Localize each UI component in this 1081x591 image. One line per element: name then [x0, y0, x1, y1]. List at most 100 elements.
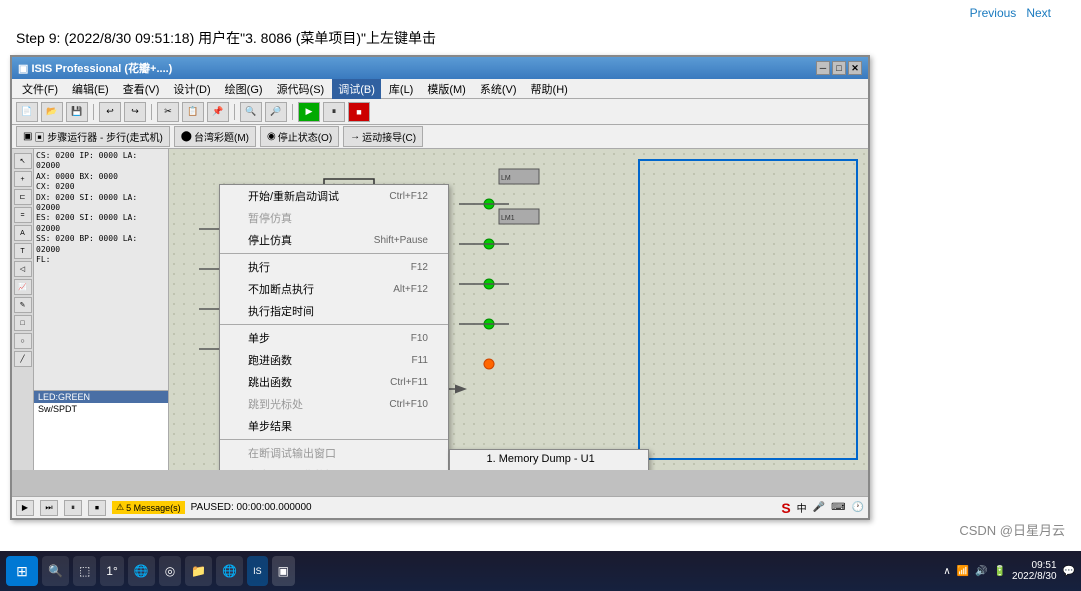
- ctx-step-out-label: 跳出函数: [248, 374, 292, 390]
- ctx-jump-cursor[interactable]: 跳到光标处 Ctrl+F10: [220, 393, 448, 415]
- tool-graph[interactable]: 📈: [14, 279, 32, 295]
- tool-text[interactable]: ✎: [14, 297, 32, 313]
- tool-bus[interactable]: =: [14, 207, 32, 223]
- status-play-btn[interactable]: ▶: [16, 500, 34, 516]
- ctx-start-debug-shortcut: Ctrl+F12: [389, 191, 428, 202]
- toolbar-stop[interactable]: ■: [348, 102, 370, 122]
- status-step-btn[interactable]: ⏭: [40, 500, 58, 516]
- taskbar-chevron[interactable]: ∧: [943, 566, 950, 577]
- status-pause-btn[interactable]: ⏸: [64, 500, 82, 516]
- stop-state-btn[interactable]: ◉ 停止状态(O): [260, 126, 339, 147]
- taskbar-browser[interactable]: 🌐: [216, 556, 243, 586]
- toolbar-paste[interactable]: 📌: [207, 102, 229, 122]
- taskbar-search[interactable]: 🔍: [42, 556, 69, 586]
- taskbar-camera[interactable]: ◎: [159, 556, 181, 586]
- taskbar-battery: 🔋: [994, 566, 1006, 577]
- toolbar-pause[interactable]: ⏸: [323, 102, 345, 122]
- ctx-start-debug-label: 开始/重新启动调试: [248, 188, 339, 204]
- ctx-execute-shortcut: F12: [411, 262, 428, 273]
- taiwan-btn[interactable]: ⬤ 台湾彩题(M): [174, 126, 256, 147]
- ctx-debug-output[interactable]: 在断调试输出窗口: [220, 442, 448, 464]
- taskbar-app[interactable]: ▣: [272, 556, 295, 586]
- taskbar-folder[interactable]: 📁: [185, 556, 212, 586]
- sub-memory-dump[interactable]: 1. Memory Dump - U1: [450, 450, 648, 468]
- motion-btn[interactable]: → 运动接导(C): [343, 126, 423, 147]
- minimize-button[interactable]: ─: [816, 61, 830, 75]
- status-stop-btn[interactable]: ⏹: [88, 500, 106, 516]
- menu-help[interactable]: 帮助(H): [525, 79, 574, 99]
- taskbar-temp[interactable]: 1°: [100, 556, 123, 586]
- toolbar-redo[interactable]: ↪: [124, 102, 146, 122]
- tool-circle[interactable]: ○: [14, 333, 32, 349]
- toolbar-new[interactable]: 📄: [16, 102, 38, 122]
- taskbar-isis[interactable]: IS: [247, 556, 268, 586]
- tool-arrow[interactable]: ↖: [14, 153, 32, 169]
- component-sw[interactable]: Sw/SPDT: [34, 403, 168, 415]
- restore-button[interactable]: □: [832, 61, 846, 75]
- menu-file[interactable]: 文件(F): [16, 79, 64, 99]
- taskbar-edge[interactable]: 🌐: [128, 556, 155, 586]
- toolbar-open[interactable]: 📂: [41, 102, 63, 122]
- component-led[interactable]: LED:GREEN: [34, 391, 168, 403]
- motion-label: 运动接导(C): [362, 129, 416, 144]
- tool-component[interactable]: +: [14, 171, 32, 187]
- tool-label[interactable]: A: [14, 225, 32, 241]
- menu-draw[interactable]: 绘图(G): [219, 79, 269, 99]
- ctx-jump-cursor-shortcut: Ctrl+F10: [389, 399, 428, 410]
- step-runner-btn[interactable]: ▣ ▣ 步骤运行器 - 步行(走式机): [16, 126, 170, 147]
- toolbar-save[interactable]: 💾: [66, 102, 88, 122]
- next-link[interactable]: Next: [1026, 6, 1051, 20]
- ctx-pause[interactable]: 暂停仿真: [220, 207, 448, 229]
- ctx-var-display[interactable]: 在变量显示化数据: [220, 464, 448, 470]
- ctx-step-result[interactable]: 单步结果: [220, 415, 448, 437]
- tool-line[interactable]: ╱: [14, 351, 32, 367]
- menu-template[interactable]: 模版(M): [421, 79, 472, 99]
- menu-library[interactable]: 库(L): [383, 79, 419, 99]
- tool-pin[interactable]: ◁: [14, 261, 32, 277]
- sub-registers[interactable]: ✓ 2. Registers - U1: [450, 468, 648, 470]
- watermark: CSDN @日星月云: [959, 520, 1065, 539]
- taskbar-date-value: 2022/8/30: [1012, 571, 1057, 582]
- menu-view[interactable]: 查看(V): [117, 79, 166, 99]
- start-icon: ⊞: [16, 563, 28, 580]
- toolbar-zoom-in[interactable]: 🔍: [240, 102, 262, 122]
- toolbar-copy[interactable]: 📋: [182, 102, 204, 122]
- ctx-stop[interactable]: 停止仿真 Shift+Pause: [220, 229, 448, 251]
- ctx-execute[interactable]: 执行 F12: [220, 256, 448, 278]
- ctx-step-out[interactable]: 跳出函数 Ctrl+F11: [220, 371, 448, 393]
- menu-system[interactable]: 系统(V): [474, 79, 523, 99]
- ctx-var-display-label: 在变量显示化数据: [248, 467, 336, 470]
- taskbar-start-button[interactable]: ⊞: [6, 556, 38, 586]
- reg-cx: CX: 0200: [36, 182, 166, 192]
- menu-debug[interactable]: 调试(B): [332, 79, 381, 99]
- taskbar-task-view[interactable]: ⬚: [73, 556, 96, 586]
- ctx-start-debug[interactable]: 开始/重新启动调试 Ctrl+F12: [220, 185, 448, 207]
- toolbar-zoom-out[interactable]: 🔎: [265, 102, 287, 122]
- toolbar-undo[interactable]: ↩: [99, 102, 121, 122]
- ctx-execute-time[interactable]: 执行指定时间: [220, 300, 448, 322]
- tool-box[interactable]: □: [14, 315, 32, 331]
- status-mic: 🎤: [813, 502, 825, 513]
- menu-source[interactable]: 源代码(S): [271, 79, 331, 99]
- toolbar-cut[interactable]: ✂: [157, 102, 179, 122]
- canvas-area[interactable]: LM LM1: [169, 149, 868, 470]
- ctx-step[interactable]: 单步 F10: [220, 327, 448, 349]
- taskbar-right: ∧ 📶 🔊 🔋 09:51 2022/8/30 💬: [943, 560, 1075, 582]
- menu-design[interactable]: 设计(D): [167, 79, 216, 99]
- ctx-step-in[interactable]: 跑进函数 F11: [220, 349, 448, 371]
- canvas-grid[interactable]: LM LM1: [169, 149, 868, 470]
- window-controls: ─ □ ✕: [816, 61, 862, 75]
- ctx-execute-time-label: 执行指定时间: [248, 303, 314, 319]
- menu-edit[interactable]: 编辑(E): [66, 79, 115, 99]
- taskbar-notification[interactable]: 💬: [1063, 566, 1075, 577]
- previous-link[interactable]: Previous: [970, 6, 1017, 20]
- reg-info: CS: 0200 IP: 0000 LA: 02000 AX: 0000 BX:…: [36, 151, 166, 265]
- tool-wire[interactable]: ⊏: [14, 189, 32, 205]
- reg-cs: CS: 0200 IP: 0000 LA: 02000: [36, 151, 166, 172]
- toolbar-play[interactable]: ▶: [298, 102, 320, 122]
- close-button[interactable]: ✕: [848, 61, 862, 75]
- ctx-execute-no-bp[interactable]: 不加断点执行 Alt+F12: [220, 278, 448, 300]
- menu-bar: 文件(F) 编辑(E) 查看(V) 设计(D) 绘图(G) 源代码(S) 调试(…: [12, 79, 868, 99]
- stop-state-icon: ◉: [267, 131, 276, 142]
- tool-terminal[interactable]: T: [14, 243, 32, 259]
